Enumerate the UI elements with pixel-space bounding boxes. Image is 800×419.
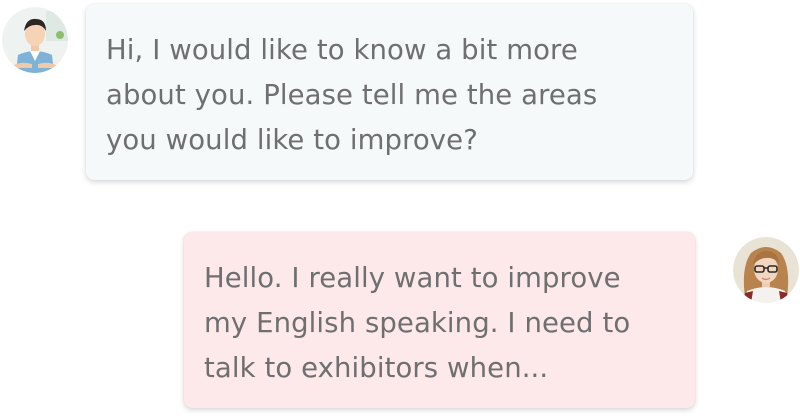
message-line: talk to exhibitors when... xyxy=(204,352,549,384)
message-line: you would like to improve? xyxy=(106,124,478,156)
message-line: Hello. I really want to improve xyxy=(204,262,621,294)
message-line: Hi, I would like to know a bit more xyxy=(106,34,578,66)
agent-avatar xyxy=(2,7,68,73)
message-line: about you. Please tell me the areas xyxy=(106,79,598,111)
agent-message-bubble: Hi, I would like to know a bit more abou… xyxy=(86,4,693,180)
user-message-bubble: Hello. I really want to improve my Engli… xyxy=(184,232,695,408)
chat-thread: Hi, I would like to know a bit more abou… xyxy=(0,0,800,419)
boy-avatar-icon xyxy=(2,7,68,73)
user-avatar xyxy=(733,237,799,303)
woman-glasses-avatar-icon xyxy=(733,237,799,303)
message-line: my English speaking. I need to xyxy=(204,307,631,339)
